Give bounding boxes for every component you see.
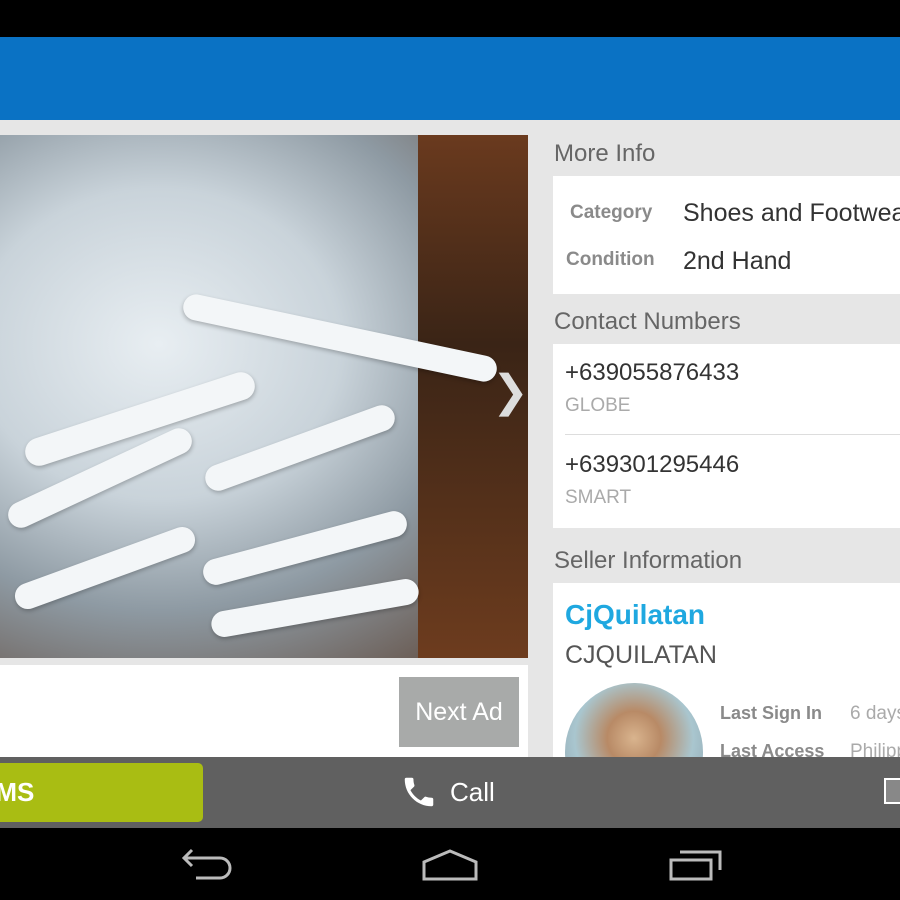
contact-carrier: GLOBE: [565, 395, 631, 416]
contact-number: +639301295446: [565, 451, 740, 478]
contact-number: +639055876433: [565, 359, 740, 386]
contact-numbers-heading: Contact Numbers: [554, 308, 741, 335]
last-sign-in-label: Last Sign In: [720, 703, 823, 723]
next-photo-chevron-icon[interactable]: ❯: [492, 370, 529, 414]
call-button[interactable]: Call: [400, 770, 495, 814]
next-ad-button[interactable]: Next Ad: [399, 677, 519, 747]
seller-username: CJQUILATAN: [565, 641, 717, 669]
seller-avatar[interactable]: [565, 683, 703, 757]
contact-item[interactable]: +639301295446 SMART: [553, 436, 900, 526]
contact-numbers-card: +639055876433 GLOBE +639301295446 SMART: [553, 344, 900, 528]
photo-detail: [11, 523, 199, 613]
phone-icon: [404, 777, 434, 807]
photo-detail: [201, 401, 399, 495]
sms-label: SMS: [0, 777, 35, 807]
sms-button[interactable]: SMS: [0, 763, 203, 822]
category-value: Shoes and Footwear: [683, 199, 900, 227]
home-icon[interactable]: [420, 848, 480, 882]
contact-item[interactable]: +639055876433 GLOBE: [553, 344, 900, 434]
contact-carrier: SMART: [565, 487, 632, 508]
divider: [565, 434, 900, 435]
recent-apps-icon[interactable]: [668, 848, 724, 882]
back-icon[interactable]: [180, 846, 234, 882]
last-sign-in-value: 6 days: [850, 703, 900, 724]
seller-info-heading: Seller Information: [554, 547, 743, 574]
more-info-card: Category Shoes and Footwear Condition 2n…: [553, 176, 900, 294]
call-label: Call: [450, 776, 495, 807]
seller-card: CjQuilatan CJQUILATAN Last Sign In 6 day…: [553, 583, 900, 757]
email-icon[interactable]: [884, 778, 900, 804]
more-info-heading: More Info: [554, 140, 656, 167]
status-bar: [0, 0, 900, 37]
photo-detail: [209, 576, 421, 640]
seller-name-link[interactable]: CjQuilatan: [565, 599, 705, 631]
last-access-value: Philippines: [850, 741, 900, 757]
listing-photo[interactable]: [0, 135, 528, 658]
category-label: Category: [570, 202, 653, 223]
last-access-label: Last Access: [720, 741, 825, 757]
photo-detail: [200, 508, 410, 588]
condition-label: Condition: [566, 249, 655, 270]
navigation-bar: [0, 828, 900, 900]
app-bar: [0, 37, 900, 120]
condition-value: 2nd Hand: [683, 247, 792, 275]
